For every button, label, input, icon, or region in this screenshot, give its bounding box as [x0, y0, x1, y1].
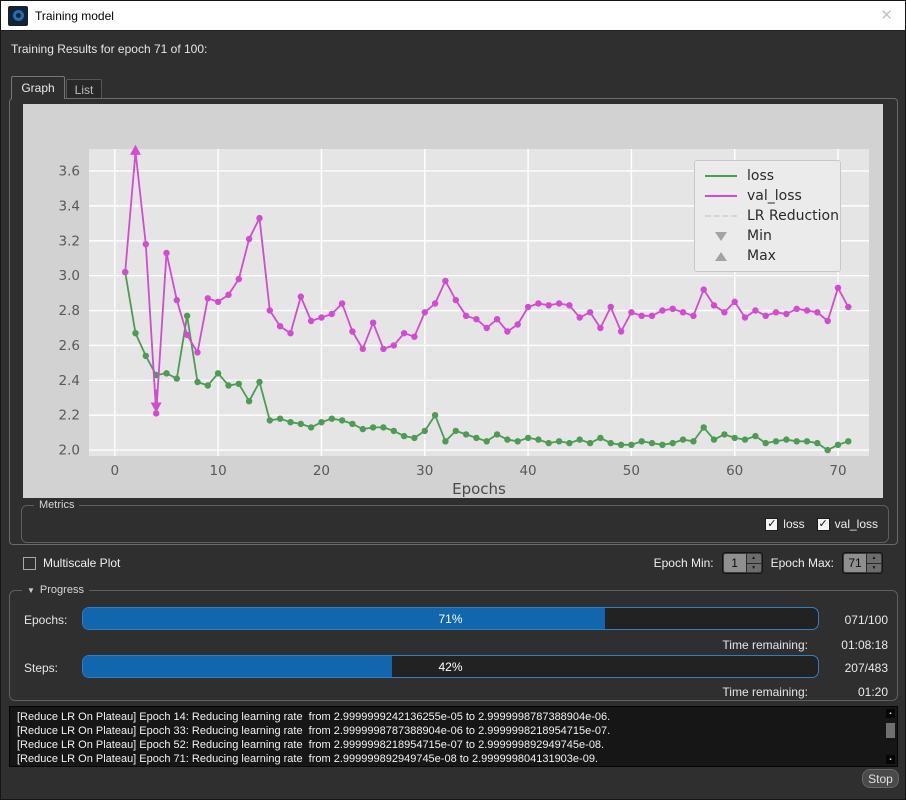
stop-button[interactable]: Stop: [862, 769, 899, 788]
log-line: [Reduce LR On Plateau] Epoch 71: Reducin…: [17, 752, 881, 766]
scroll-thumb[interactable]: [886, 723, 895, 738]
scroll-up-icon[interactable]: ▪: [886, 709, 895, 718]
epoch-min-spinbox[interactable]: 1 ▲ ▼: [722, 552, 763, 574]
multiscale-label[interactable]: Multiscale Plot: [43, 556, 120, 570]
epochs-time-remaining-label: Time remaining:: [722, 638, 808, 652]
progress-label[interactable]: ▼ Progress: [22, 584, 89, 596]
epoch-min-value[interactable]: 1: [724, 554, 746, 572]
epochs-progress-bar: 71%: [82, 607, 819, 630]
log-line: [Reduce LR On Plateau] Epoch 52: Reducin…: [17, 738, 881, 752]
epoch-max-value[interactable]: 71: [844, 554, 866, 572]
epoch-max-label: Epoch Max:: [771, 556, 834, 570]
epochs-time-remaining-value: 01:08:18: [841, 638, 888, 652]
multiscale-plot-control[interactable]: ✓ Multiscale Plot: [23, 552, 120, 574]
epoch-min-label: Epoch Min:: [654, 556, 714, 570]
log-line: [Reduce LR On Plateau] Epoch 33: Reducin…: [17, 724, 881, 738]
epoch-max-down-icon[interactable]: ▼: [866, 564, 881, 573]
tab-list[interactable]: List: [66, 79, 102, 99]
epochs-progress-label: Epochs:: [24, 613, 67, 627]
steps-progress-bar: 42%: [82, 655, 819, 678]
training-model-dialog: Training model ✕ Training Results for ep…: [0, 0, 906, 800]
tab-graph[interactable]: Graph: [11, 76, 65, 99]
steps-progress-label: Steps:: [24, 661, 58, 675]
epochs-progress-percent: 71%: [83, 608, 818, 629]
steps-progress-percent: 42%: [83, 656, 818, 677]
epochs-count: 071/100: [845, 613, 888, 627]
progress-groupbox: ▼ Progress Epochs: 71% 071/100 Time rema…: [9, 590, 898, 701]
epoch-range-controls: Epoch Min: 1 ▲ ▼ Epoch Max: 71 ▲ ▼: [654, 550, 883, 576]
log-line: [Reduce LR On Plateau] Epoch 14: Reducin…: [17, 710, 881, 724]
training-results-text: Training Results for epoch 71 of 100:: [11, 42, 207, 56]
training-log[interactable]: [Reduce LR On Plateau] Epoch 14: Reducin…: [9, 706, 898, 767]
steps-count: 207/483: [845, 661, 888, 675]
window-title: Training model: [35, 9, 114, 23]
scroll-down-icon[interactable]: ▪: [886, 755, 895, 764]
close-icon[interactable]: ✕: [880, 8, 893, 23]
epoch-max-up-icon[interactable]: ▲: [866, 554, 881, 564]
tab-content-frame: [9, 98, 898, 545]
epoch-max-spinbox[interactable]: 71 ▲ ▼: [842, 552, 883, 574]
steps-time-remaining-label: Time remaining:: [722, 685, 808, 699]
app-icon-ring: [13, 10, 24, 21]
collapse-arrow-icon[interactable]: ▼: [27, 586, 35, 595]
steps-time-remaining-value: 01:20: [858, 685, 888, 699]
titlebar: Training model ✕: [1, 1, 905, 31]
multiscale-checkbox[interactable]: ✓: [23, 557, 36, 570]
epoch-min-down-icon[interactable]: ▼: [746, 564, 761, 573]
app-icon: [8, 6, 28, 26]
epoch-min-up-icon[interactable]: ▲: [746, 554, 761, 564]
log-scrollbar[interactable]: ▪ ▪: [885, 708, 896, 765]
